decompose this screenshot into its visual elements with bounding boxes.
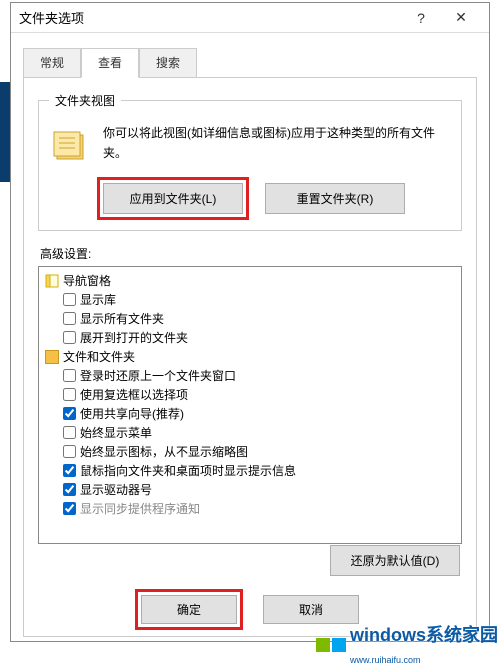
checkbox[interactable] bbox=[63, 293, 76, 306]
tree-item-label: 展开到打开的文件夹 bbox=[80, 329, 188, 346]
apply-to-folders-button[interactable]: 应用到文件夹(L) bbox=[103, 183, 243, 214]
tab-strip: 常规 查看 搜索 bbox=[23, 47, 477, 77]
folder-view-legend: 文件夹视图 bbox=[49, 92, 121, 109]
tab-general[interactable]: 常规 bbox=[23, 48, 81, 78]
tree-item-checkbox[interactable]: 始终显示图标，从不显示缩略图 bbox=[41, 442, 459, 461]
reset-folders-button[interactable]: 重置文件夹(R) bbox=[265, 183, 405, 214]
ok-button[interactable]: 确定 bbox=[141, 595, 237, 624]
tree-item-label: 始终显示菜单 bbox=[80, 424, 152, 441]
advanced-settings-label: 高级设置: bbox=[40, 245, 462, 262]
checkbox[interactable] bbox=[63, 445, 76, 458]
help-button[interactable]: ? bbox=[401, 4, 441, 32]
tree-item-checkbox[interactable]: 鼠标指向文件夹和桌面项时显示提示信息 bbox=[41, 461, 459, 480]
tree-item-label: 显示库 bbox=[80, 291, 116, 308]
folder-options-window: 文件夹选项 ? ✕ 常规 查看 搜索 文件夹视图 bbox=[10, 2, 490, 642]
tree-item-checkbox[interactable]: 显示驱动器号 bbox=[41, 480, 459, 499]
tab-search[interactable]: 搜索 bbox=[139, 48, 197, 78]
folder-view-description: 你可以将此视图(如详细信息或图标)应用于这种类型的所有文件夹。 bbox=[103, 121, 451, 169]
tree-item-label: 显示所有文件夹 bbox=[80, 310, 164, 327]
folder-view-group: 文件夹视图 你可以将此视图(如详细信息或图标)应用于这种类型的所有文件夹。 bbox=[38, 92, 462, 231]
checkbox[interactable] bbox=[63, 388, 76, 401]
tree-item-checkbox[interactable]: 显示所有文件夹 bbox=[41, 309, 459, 328]
watermark-sub: www.ruihaifu.com bbox=[350, 655, 421, 665]
tree-group-navigation: 导航窗格 bbox=[41, 271, 459, 290]
restore-defaults-button[interactable]: 还原为默认值(D) bbox=[330, 545, 460, 576]
folder-stack-icon bbox=[49, 125, 93, 169]
checkbox[interactable] bbox=[63, 464, 76, 477]
tree-item-label: 使用复选框以选择项 bbox=[80, 386, 188, 403]
checkbox[interactable] bbox=[63, 331, 76, 344]
tree-item-label: 使用共享向导(推荐) bbox=[80, 405, 184, 422]
tree-item-checkbox[interactable]: 展开到打开的文件夹 bbox=[41, 328, 459, 347]
close-button[interactable]: ✕ bbox=[441, 4, 481, 32]
tree-item-checkbox[interactable]: 显示库 bbox=[41, 290, 459, 309]
checkbox[interactable] bbox=[63, 407, 76, 420]
tab-view[interactable]: 查看 bbox=[81, 48, 139, 78]
folder-icon bbox=[45, 350, 59, 364]
advanced-settings-tree[interactable]: 导航窗格 显示库 显示所有文件夹 展开到打开的文件夹 文件和文件夹 bbox=[38, 266, 462, 544]
navigation-pane-icon bbox=[45, 274, 59, 288]
window-title: 文件夹选项 bbox=[19, 8, 84, 27]
tree-item-label: 显示同步提供程序通知 bbox=[80, 500, 200, 517]
tree-item-checkbox[interactable]: 显示同步提供程序通知 bbox=[41, 499, 459, 518]
tree-item-label: 始终显示图标，从不显示缩略图 bbox=[80, 443, 248, 460]
tree-item-label: 登录时还原上一个文件夹窗口 bbox=[80, 367, 236, 384]
tab-panel-view: 文件夹视图 你可以将此视图(如详细信息或图标)应用于这种类型的所有文件夹。 bbox=[23, 77, 477, 637]
tree-item-label: 鼠标指向文件夹和桌面项时显示提示信息 bbox=[80, 462, 296, 479]
checkbox[interactable] bbox=[63, 502, 76, 515]
close-icon: ✕ bbox=[455, 9, 467, 26]
tree-group-label: 导航窗格 bbox=[63, 272, 111, 289]
checkbox[interactable] bbox=[63, 369, 76, 382]
tree-group-files: 文件和文件夹 bbox=[41, 347, 459, 366]
tree-item-label: 显示驱动器号 bbox=[80, 481, 152, 498]
titlebar: 文件夹选项 ? ✕ bbox=[11, 3, 489, 33]
tree-item-checkbox[interactable]: 始终显示菜单 bbox=[41, 423, 459, 442]
tree-group-label: 文件和文件夹 bbox=[63, 348, 135, 365]
tree-item-checkbox[interactable]: 登录时还原上一个文件夹窗口 bbox=[41, 366, 459, 385]
checkbox[interactable] bbox=[63, 312, 76, 325]
cancel-button[interactable]: 取消 bbox=[263, 595, 359, 624]
checkbox[interactable] bbox=[63, 483, 76, 496]
checkbox[interactable] bbox=[63, 426, 76, 439]
tree-item-checkbox[interactable]: 使用复选框以选择项 bbox=[41, 385, 459, 404]
tree-item-checkbox[interactable]: 使用共享向导(推荐) bbox=[41, 404, 459, 423]
question-icon: ? bbox=[417, 10, 425, 26]
